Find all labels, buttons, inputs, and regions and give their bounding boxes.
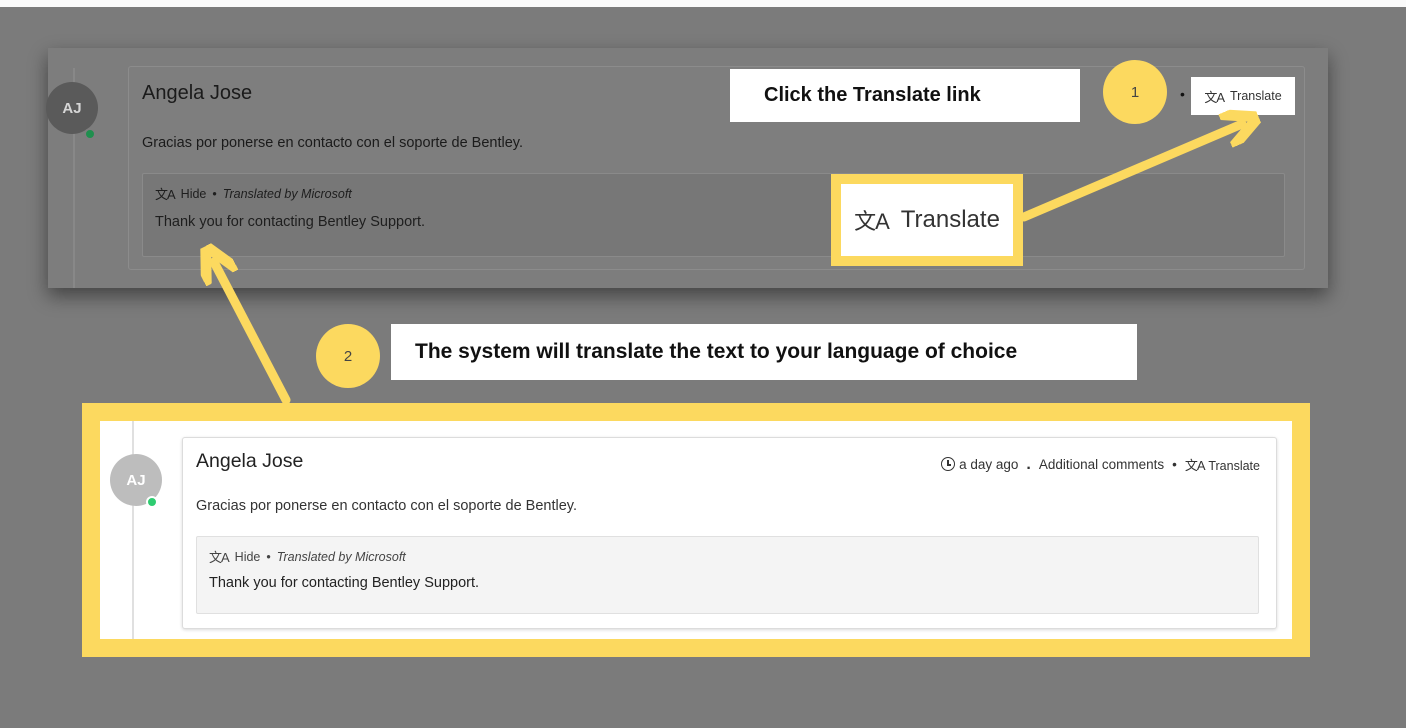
translate-icon: 文A [854, 209, 890, 234]
translate-link[interactable]: 文A Translate [1185, 455, 1260, 474]
comment-type: Additional comments [1038, 457, 1165, 472]
translate-zoom-label: Translate [900, 206, 1000, 233]
translate-icon: 文A [1204, 89, 1225, 105]
step2-badge: 2 [316, 324, 380, 388]
separator-dot: • [266, 549, 271, 564]
translate-zoom-link: 文A Translate [841, 184, 1013, 256]
translate-icon: 文A [209, 550, 230, 565]
step1-text: Click the Translate link [764, 84, 981, 106]
comment-author: Angela Jose [196, 450, 304, 472]
online-status-dot [146, 496, 158, 508]
separator-dot: • [1180, 86, 1185, 102]
separator-dot: • [1172, 457, 1177, 472]
step2-text: The system will translate the text to yo… [415, 340, 1018, 363]
translated-by-label: Translated by Microsoft [276, 549, 406, 564]
translate-icon: 文A [155, 187, 176, 202]
comment-panel: AJ Angela Jose a day ago . Additional co… [100, 421, 1292, 639]
online-status-dot [84, 128, 96, 140]
top-strip [0, 0, 1406, 7]
step1-badge: 1 [1103, 60, 1167, 124]
translate-link-label: Translate [1230, 89, 1282, 103]
translated-by-label: Translated by Microsoft [222, 186, 352, 201]
translation-box: 文A Hide • Translated by Microsoft Thank … [196, 536, 1259, 614]
step1-callout: Click the Translate link [730, 69, 1080, 122]
translation-header: 文A Hide • Translated by Microsoft [209, 547, 406, 566]
highlight-frame: AJ Angela Jose a day ago . Additional co… [82, 403, 1310, 657]
timestamp: a day ago [941, 457, 1018, 472]
hide-translation-link[interactable]: Hide [181, 187, 207, 201]
translated-text: Thank you for contacting Bentley Support… [209, 575, 480, 591]
comment-card: Angela Jose a day ago . Additional comme… [182, 437, 1277, 629]
separator-dot: • [212, 186, 217, 201]
comment-meta: a day ago . Additional comments • 文A Tra… [941, 455, 1260, 474]
step2-callout: The system will translate the text to yo… [391, 324, 1137, 380]
translation-header: 文A Hide • Translated by Microsoft [155, 184, 352, 203]
separator-dot: . [1026, 455, 1031, 473]
comment-message: Gracias por ponerse en contacto con el s… [142, 135, 523, 151]
translate-link[interactable]: 文A Translate [1191, 77, 1295, 115]
comment-author: Angela Jose [142, 82, 253, 104]
clock-icon [941, 457, 956, 471]
comment-message: Gracias por ponerse en contacto con el s… [196, 498, 577, 514]
hide-translation-link[interactable]: Hide [235, 550, 261, 564]
avatar: AJ [46, 82, 98, 134]
translated-text: Thank you for contacting Bentley Support… [155, 214, 426, 230]
translate-zoom-highlight: 文A Translate [831, 174, 1023, 266]
translate-icon: 文A [1184, 458, 1206, 473]
translation-box: 文A Hide • Translated by Microsoft Thank … [142, 173, 1285, 257]
